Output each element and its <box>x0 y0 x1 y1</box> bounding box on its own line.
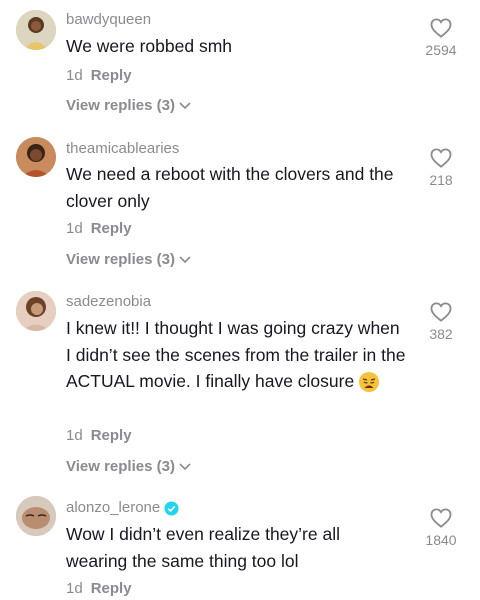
heart-icon[interactable] <box>430 18 452 38</box>
view-replies-label: View replies (3) <box>66 97 175 114</box>
comment-text-body: I knew it!! I thought I was going crazy … <box>66 318 406 391</box>
chevron-down-icon <box>179 256 191 264</box>
view-replies-label: View replies (3) <box>66 251 175 268</box>
comment-text: Wow I didn’t even realize they’re all we… <box>66 524 340 571</box>
view-replies-button[interactable]: View replies (3) <box>66 458 191 475</box>
comment-username[interactable]: sadezenobia <box>66 293 151 310</box>
like-count: 2594 <box>425 42 457 58</box>
avatar[interactable] <box>16 10 56 50</box>
weary-face-emoji-icon <box>359 372 380 393</box>
like-control[interactable]: 2594 <box>416 18 466 58</box>
like-control[interactable]: 1840 <box>416 508 466 548</box>
avatar[interactable] <box>16 137 56 177</box>
reply-button[interactable]: Reply <box>91 427 132 444</box>
comment-username[interactable]: bawdyqueen <box>66 11 151 28</box>
view-replies-button[interactable]: View replies (3) <box>66 251 191 268</box>
reply-button[interactable]: Reply <box>91 580 132 597</box>
heart-icon[interactable] <box>430 302 452 322</box>
view-replies-label: View replies (3) <box>66 458 175 475</box>
like-control[interactable]: 218 <box>416 148 466 188</box>
avatar[interactable] <box>16 291 56 331</box>
like-count: 1840 <box>425 532 457 548</box>
comment-meta: 1d Reply <box>66 580 132 597</box>
like-count: 382 <box>429 326 453 342</box>
verified-badge-icon <box>164 501 179 516</box>
comment-username-label: alonzo_lerone <box>66 499 161 516</box>
chevron-down-icon <box>179 463 191 471</box>
like-count: 218 <box>429 172 453 188</box>
comment-text: I knew it!! I thought I was going crazy … <box>66 315 406 395</box>
comment-age: 1d <box>66 580 83 597</box>
heart-icon[interactable] <box>430 508 452 528</box>
comment-age: 1d <box>66 427 83 444</box>
reply-button[interactable]: Reply <box>91 67 132 84</box>
comment-age: 1d <box>66 67 83 84</box>
view-replies-button[interactable]: View replies (3) <box>66 97 191 114</box>
comment-meta: 1d Reply <box>66 67 132 84</box>
comment-age: 1d <box>66 220 83 237</box>
comment-username[interactable]: alonzo_lerone <box>66 499 179 516</box>
avatar[interactable] <box>16 496 56 536</box>
comment-username[interactable]: theamicablearies <box>66 140 179 157</box>
comment-text: We need a reboot with the clovers and th… <box>66 164 394 211</box>
like-control[interactable]: 382 <box>416 302 466 342</box>
chevron-down-icon <box>179 102 191 110</box>
heart-icon[interactable] <box>430 148 452 168</box>
reply-button[interactable]: Reply <box>91 220 132 237</box>
comment-text: We were robbed smh <box>66 36 233 56</box>
comment-meta: 1d Reply <box>66 427 132 444</box>
comment-meta: 1d Reply <box>66 220 132 237</box>
